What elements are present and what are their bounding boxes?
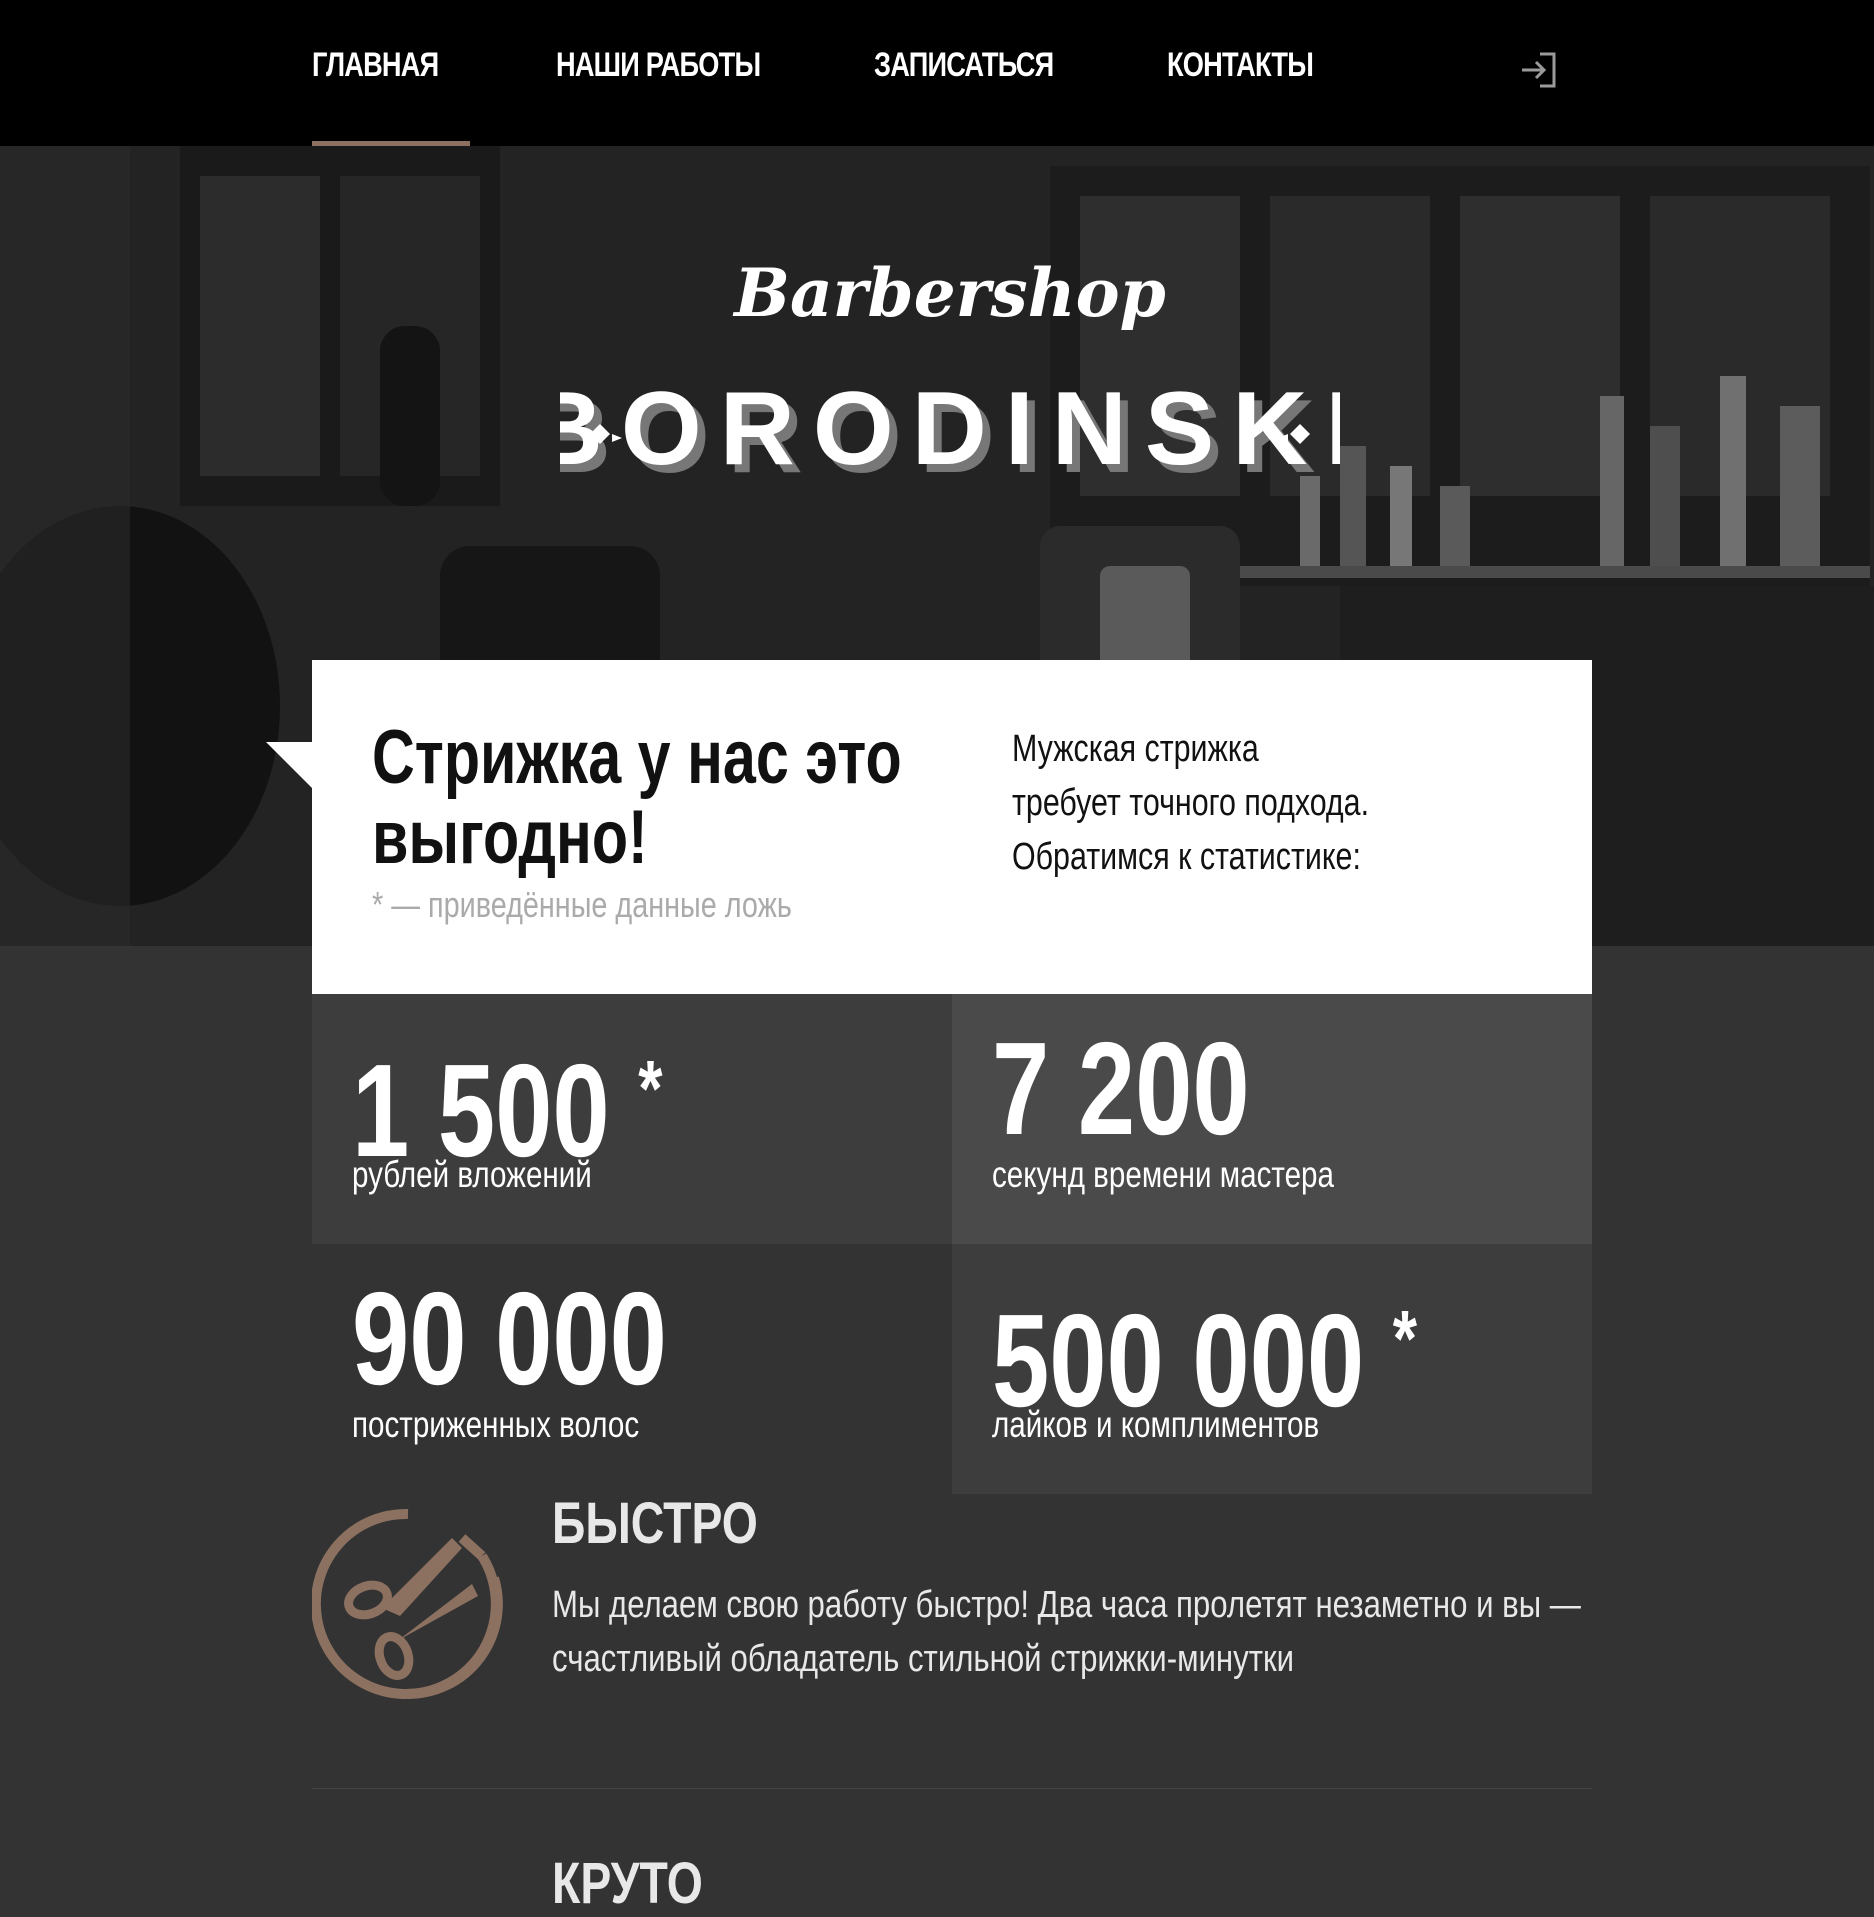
feature-title: КРУТО [552, 1851, 703, 1916]
stat-label: постриженных волос [352, 1404, 640, 1445]
card-description-line: Мужская стрижка [1012, 728, 1259, 770]
feature-description-line: Мы делаем свою работу быстро! Два часа п… [552, 1584, 1581, 1626]
nav-item-home[interactable]: ГЛАВНАЯ [312, 46, 470, 146]
feature-title: БЫСТРО [552, 1491, 758, 1556]
card-description-line: требует точного подхода. [1012, 782, 1370, 824]
stat-value: 90 000 [352, 1265, 667, 1412]
nav-item-works[interactable]: НАШИ РАБОТЫ [556, 46, 811, 146]
stat-block: 7 200 секунд времени мастера [952, 994, 1592, 1244]
nav-item-contacts[interactable]: КОНТАКТЫ [1167, 46, 1350, 146]
stat-label: секунд времени мастера [992, 1154, 1334, 1195]
card-description: Мужская стрижка требует точного подхода.… [1012, 722, 1572, 884]
svg-text:Barbershop: Barbershop [732, 254, 1166, 332]
card-footnote: * — приведённые данные ложь [372, 884, 792, 925]
feature-description-line: счастливый обладатель стильной стрижки-м… [552, 1638, 1295, 1680]
stat-block: 90 000 постриженных волос [312, 1244, 952, 1494]
stat-block: 500 000 * лайков и комплиментов [952, 1244, 1592, 1494]
info-card: Стрижка у нас это выгодно! * — приведённ… [312, 660, 1592, 994]
stat-value: 7 200 [992, 1015, 1250, 1162]
stat-label: рублей вложений [352, 1154, 592, 1195]
card-description-line: Обратимся к статистике: [1012, 836, 1361, 878]
barbershop-logo: Barbershop BORODINSKI BORODINSKI [560, 254, 1340, 495]
nav-item-booking[interactable]: ЗАПИСАТЬСЯ [874, 46, 1098, 146]
svg-text:BORODINSKI: BORODINSKI [560, 371, 1340, 487]
stat-label: лайков и комплиментов [992, 1404, 1320, 1445]
section-divider [312, 1788, 1592, 1789]
main-nav: ГЛАВНАЯ НАШИ РАБОТЫ ЗАПИСАТЬСЯ КОНТАКТЫ [0, 0, 1874, 146]
stat-block: 1 500 * рублей вложений [312, 994, 952, 1244]
feature-description: Мы делаем свою работу быстро! Два часа п… [552, 1578, 1592, 1686]
card-title: Стрижка у нас это выгодно! [372, 715, 902, 880]
scissors-icon [312, 1508, 503, 1699]
login-icon[interactable] [1518, 52, 1558, 88]
